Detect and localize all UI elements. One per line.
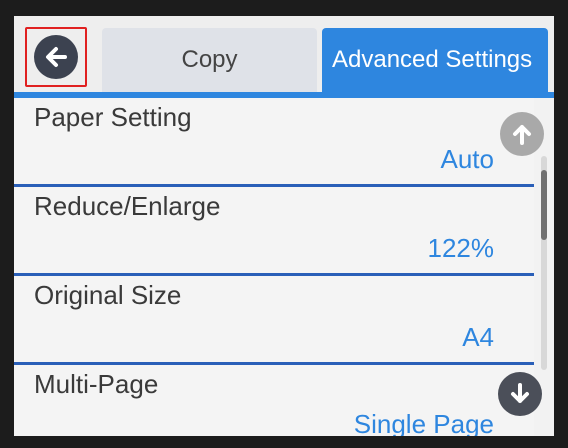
tab-advanced-settings[interactable]: Advanced Settings [322,28,548,92]
setting-label: Original Size [34,280,182,310]
arrow-up-icon [513,125,531,145]
setting-row-paper-setting[interactable]: Paper Setting Auto [14,98,534,187]
back-arrow-icon [34,35,78,79]
settings-list: Paper Setting Auto Reduce/Enlarge 122% O… [14,98,534,436]
setting-value: 122% [427,233,495,263]
setting-value: A4 [462,322,494,352]
setting-label: Reduce/Enlarge [34,191,221,221]
setting-row-reduce-enlarge[interactable]: Reduce/Enlarge 122% [14,187,534,276]
arrow-down-icon [511,383,529,403]
tab-bar: Copy Advanced Settings [14,16,554,98]
setting-row-multi-page[interactable]: Multi-Page Single Page [14,365,534,436]
setting-label: Multi-Page [34,369,159,399]
tab-advanced-settings-label: Advanced Settings [332,46,533,73]
scrollbar-thumb[interactable] [541,170,547,240]
scroll-down-button[interactable] [498,372,542,416]
setting-value: Auto [440,144,495,174]
back-button[interactable] [25,27,87,87]
setting-row-original-size[interactable]: Original Size A4 [14,276,534,365]
setting-label: Paper Setting [34,102,192,132]
tab-copy[interactable]: Copy [102,28,317,92]
scroll-up-button[interactable] [500,112,544,156]
setting-value: Single Page [353,409,494,436]
printer-screen: Copy Advanced Settings Paper Setting Aut… [14,16,554,436]
tab-copy-label: Copy [181,46,238,73]
